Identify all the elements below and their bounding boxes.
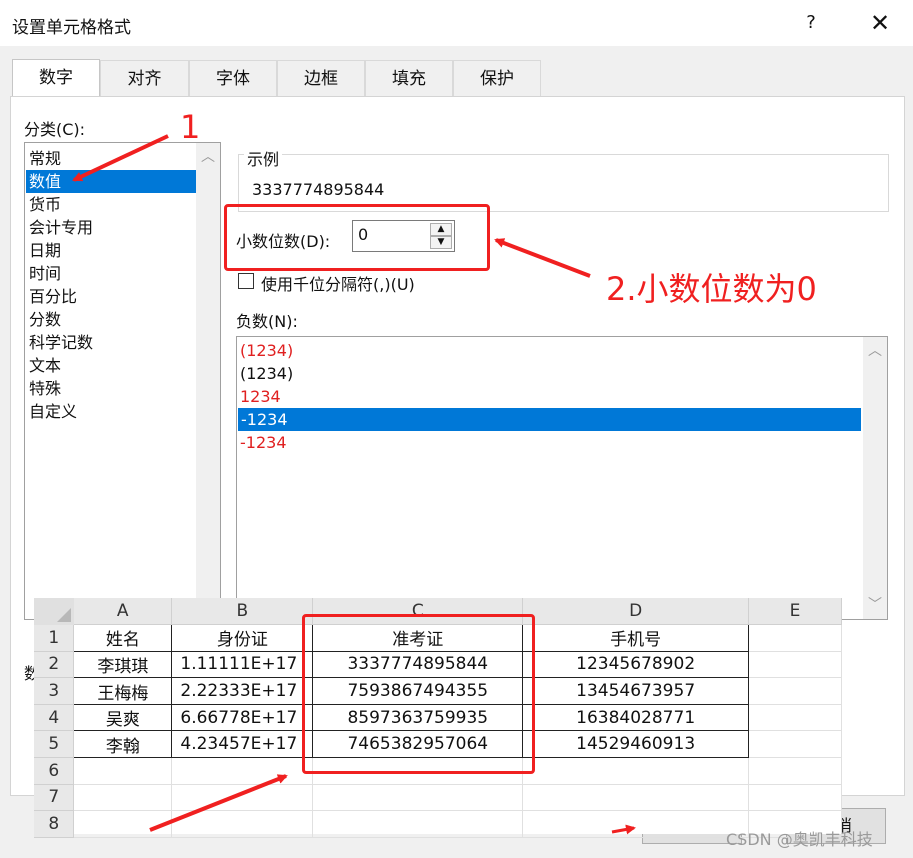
arrow-bottom-right: [611, 824, 636, 835]
arrow-step-2: [494, 238, 591, 278]
annotation-arrows: [72, 134, 636, 835]
arrow-step-1: [72, 134, 169, 182]
watermark: CSDN @奥凯丰科技: [726, 830, 873, 849]
arrow-bottom-left: [149, 774, 288, 832]
